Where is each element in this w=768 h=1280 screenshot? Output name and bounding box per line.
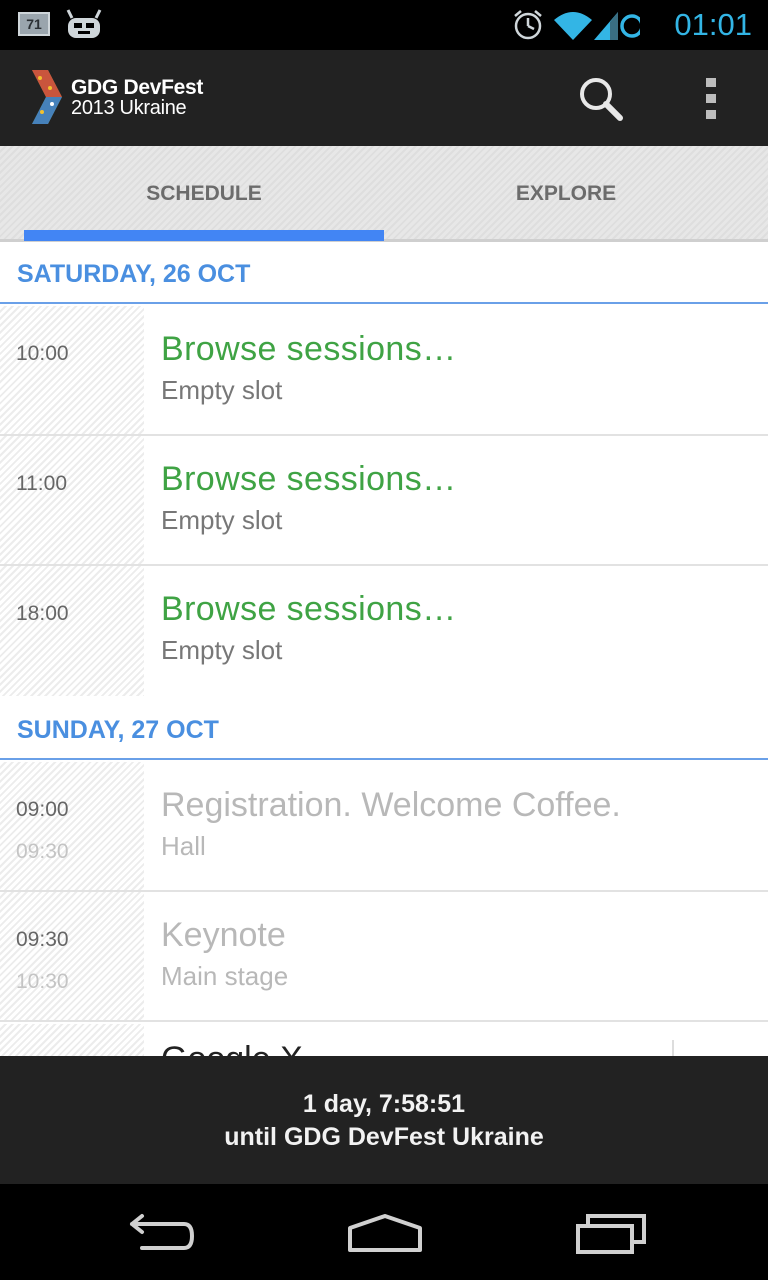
schedule-row[interactable]: 09:30 10:30 Keynote Main stage bbox=[0, 892, 768, 1022]
row-title: Browse sessions… bbox=[161, 330, 457, 368]
schedule-row[interactable]: 18:00 Browse sessions… Empty slot bbox=[0, 566, 768, 696]
row-title: Registration. Welcome Coffee. bbox=[161, 786, 621, 824]
time-cell bbox=[0, 1024, 144, 1056]
back-icon[interactable] bbox=[120, 1206, 210, 1260]
time-cell bbox=[0, 762, 144, 892]
start-time: 10:00 bbox=[16, 342, 69, 365]
day-header-label: SATURDAY, 26 OCT bbox=[17, 260, 251, 288]
android-icon bbox=[66, 9, 102, 38]
recent-apps-icon[interactable] bbox=[566, 1206, 656, 1260]
day-header: SATURDAY, 26 OCT bbox=[0, 242, 768, 304]
end-time: 09:30 bbox=[16, 840, 69, 863]
start-time: 18:00 bbox=[16, 602, 69, 625]
schedule-row-partial[interactable]: Google X bbox=[0, 1024, 768, 1056]
time-cell bbox=[0, 306, 144, 436]
app-logo-subtitle: 2013 Ukraine bbox=[71, 97, 187, 119]
row-title: Google X bbox=[161, 1040, 303, 1056]
row-subtitle: Empty slot bbox=[161, 505, 283, 535]
countdown-time: 1 day, 7:58:51 bbox=[302, 1090, 466, 1118]
status-icons bbox=[514, 10, 640, 40]
row-title: Browse sessions… bbox=[161, 460, 457, 498]
row-subtitle: Empty slot bbox=[161, 635, 283, 665]
divider bbox=[0, 302, 768, 304]
overflow-menu-icon[interactable] bbox=[686, 70, 736, 126]
time-cell bbox=[0, 892, 144, 1022]
end-time: 10:30 bbox=[16, 970, 69, 993]
start-time: 11:00 bbox=[16, 472, 67, 495]
start-time: 09:00 bbox=[16, 798, 69, 821]
countdown-banner: 1 day, 7:58:51 until GDG DevFest Ukraine bbox=[0, 1056, 768, 1184]
status-bar: 71 01:01 bbox=[0, 0, 768, 50]
status-time: 01:01 bbox=[674, 7, 752, 42]
time-cell bbox=[0, 566, 144, 696]
time-cell bbox=[0, 436, 144, 566]
sync-icon bbox=[620, 14, 640, 38]
divider bbox=[672, 1040, 674, 1056]
start-time: 09:30 bbox=[16, 928, 69, 951]
home-icon[interactable] bbox=[340, 1206, 430, 1260]
day-header-label: SUNDAY, 27 OCT bbox=[17, 716, 219, 744]
notification-badge: 71 bbox=[18, 12, 50, 36]
countdown-caption: until GDG DevFest Ukraine bbox=[224, 1123, 544, 1151]
divider bbox=[0, 758, 768, 760]
divider bbox=[0, 1020, 768, 1022]
gdg-logo-icon[interactable] bbox=[28, 66, 64, 128]
row-title: Keynote bbox=[161, 916, 286, 954]
tab-selected-indicator bbox=[24, 230, 384, 241]
row-subtitle: Empty slot bbox=[161, 375, 283, 405]
schedule-row[interactable]: 11:00 Browse sessions… Empty slot bbox=[0, 436, 768, 566]
search-icon[interactable] bbox=[570, 70, 630, 126]
tab-explore[interactable]: EXPLORE bbox=[374, 146, 758, 242]
cell-signal-icon bbox=[594, 12, 618, 40]
wifi-icon bbox=[554, 12, 592, 40]
row-subtitle: Hall bbox=[161, 831, 206, 861]
day-header: SUNDAY, 27 OCT bbox=[0, 698, 768, 760]
row-subtitle: Main stage bbox=[161, 961, 289, 991]
schedule-row[interactable]: 09:00 09:30 Registration. Welcome Coffee… bbox=[0, 762, 768, 892]
row-title: Browse sessions… bbox=[161, 590, 457, 628]
schedule-row[interactable]: 10:00 Browse sessions… Empty slot bbox=[0, 306, 768, 436]
tab-schedule[interactable]: SCHEDULE bbox=[12, 146, 396, 242]
alarm-icon bbox=[514, 10, 542, 40]
